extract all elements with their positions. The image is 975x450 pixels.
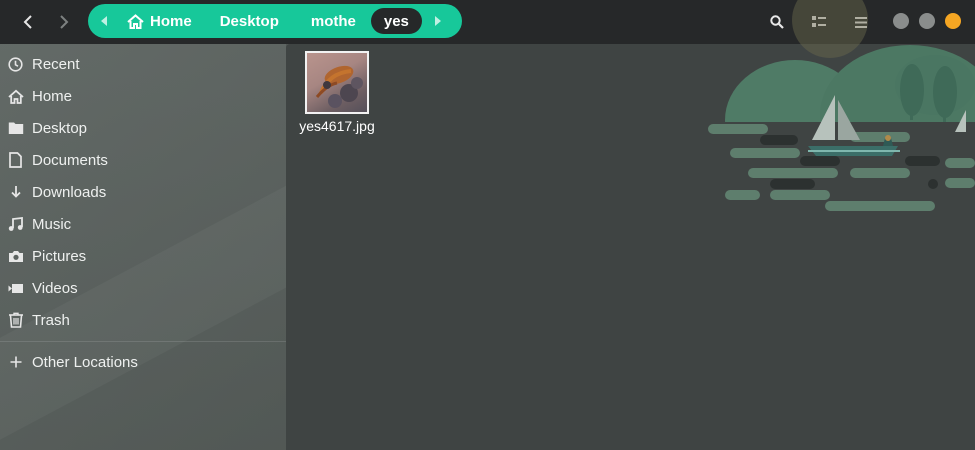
search-button[interactable] <box>764 9 790 35</box>
search-icon <box>770 15 784 29</box>
triangle-right-icon <box>434 16 441 26</box>
forward-button[interactable] <box>49 8 77 36</box>
sidebar-item-label: Other Locations <box>32 353 138 371</box>
trash-icon <box>7 312 24 329</box>
file-item[interactable]: yes4617.jpg <box>296 51 378 134</box>
sidebar-item-label: Desktop <box>32 119 88 137</box>
breadcrumb-desktop-label: Desktop <box>219 12 279 30</box>
document-icon <box>7 152 24 169</box>
download-icon <box>7 184 24 201</box>
breadcrumb-yes[interactable]: yes <box>370 8 422 34</box>
plus-icon <box>7 354 24 371</box>
back-button[interactable] <box>15 8 43 36</box>
folder-icon <box>7 120 24 137</box>
sidebar-item-desktop[interactable]: Desktop <box>0 112 286 144</box>
file-view[interactable]: yes4617.jpg <box>286 44 975 450</box>
sidebar-item-label: Documents <box>32 151 108 169</box>
sidebar-item-trash[interactable]: Trash <box>0 304 286 336</box>
home-icon <box>7 88 24 105</box>
sidebar-item-pictures[interactable]: Pictures <box>0 240 286 272</box>
menu-icon <box>855 16 867 28</box>
sidebar-item-label: Trash <box>32 311 70 329</box>
sidebar-item-label: Videos <box>32 279 78 297</box>
breadcrumb-home[interactable]: Home <box>114 8 205 34</box>
breadcrumb-mothe-label: mothe <box>310 12 356 30</box>
sidebar-item-label: Home <box>32 87 73 105</box>
chevron-left-icon <box>23 15 32 29</box>
breadcrumb-yes-label: yes <box>383 12 409 30</box>
sidebar-item-downloads[interactable]: Downloads <box>0 176 286 208</box>
sidebar-item-music[interactable]: Music <box>0 208 286 240</box>
breadcrumb-desktop[interactable]: Desktop <box>207 8 292 34</box>
view-options-button[interactable] <box>806 9 832 35</box>
sidebar-item-label: Music <box>32 215 72 233</box>
chevron-right-icon <box>60 15 69 29</box>
camera-icon <box>7 248 24 265</box>
menu-button[interactable] <box>848 9 874 35</box>
clock-icon <box>7 56 24 73</box>
image-thumbnail <box>305 51 369 114</box>
sidebar-item-documents[interactable]: Documents <box>0 144 286 176</box>
sidebar: Recent Home Desktop Documents Downloads <box>0 44 375 450</box>
file-name: yes4617.jpg <box>299 118 375 134</box>
music-icon <box>7 216 24 233</box>
sidebar-item-other-locations[interactable]: Other Locations <box>0 346 286 378</box>
triangle-left-icon <box>101 16 107 26</box>
pathbar-scroll-left[interactable] <box>94 8 114 34</box>
sidebar-item-label: Downloads <box>32 183 107 201</box>
sidebar-item-label: Pictures <box>32 247 87 265</box>
pathbar: Home Desktop mothe yes <box>88 4 462 38</box>
sidebar-item-label: Recent <box>32 55 80 73</box>
home-icon <box>127 13 144 29</box>
video-icon <box>7 280 24 297</box>
minimize-button[interactable] <box>893 13 909 29</box>
sidebar-separator <box>0 341 286 342</box>
file-manager-window: Home Desktop mothe yes Recent Home Deskt… <box>0 0 975 450</box>
breadcrumb-home-label: Home <box>150 12 192 30</box>
sidebar-item-home[interactable]: Home <box>0 80 286 112</box>
breadcrumb-mothe[interactable]: mothe <box>298 8 369 34</box>
view-options-icon <box>812 16 826 27</box>
pathbar-scroll-right[interactable] <box>428 8 448 34</box>
close-button[interactable] <box>945 13 961 29</box>
sidebar-item-recent[interactable]: Recent <box>0 48 286 80</box>
sidebar-item-videos[interactable]: Videos <box>0 272 286 304</box>
maximize-button[interactable] <box>919 13 935 29</box>
header-bar: Home Desktop mothe yes <box>0 0 975 44</box>
